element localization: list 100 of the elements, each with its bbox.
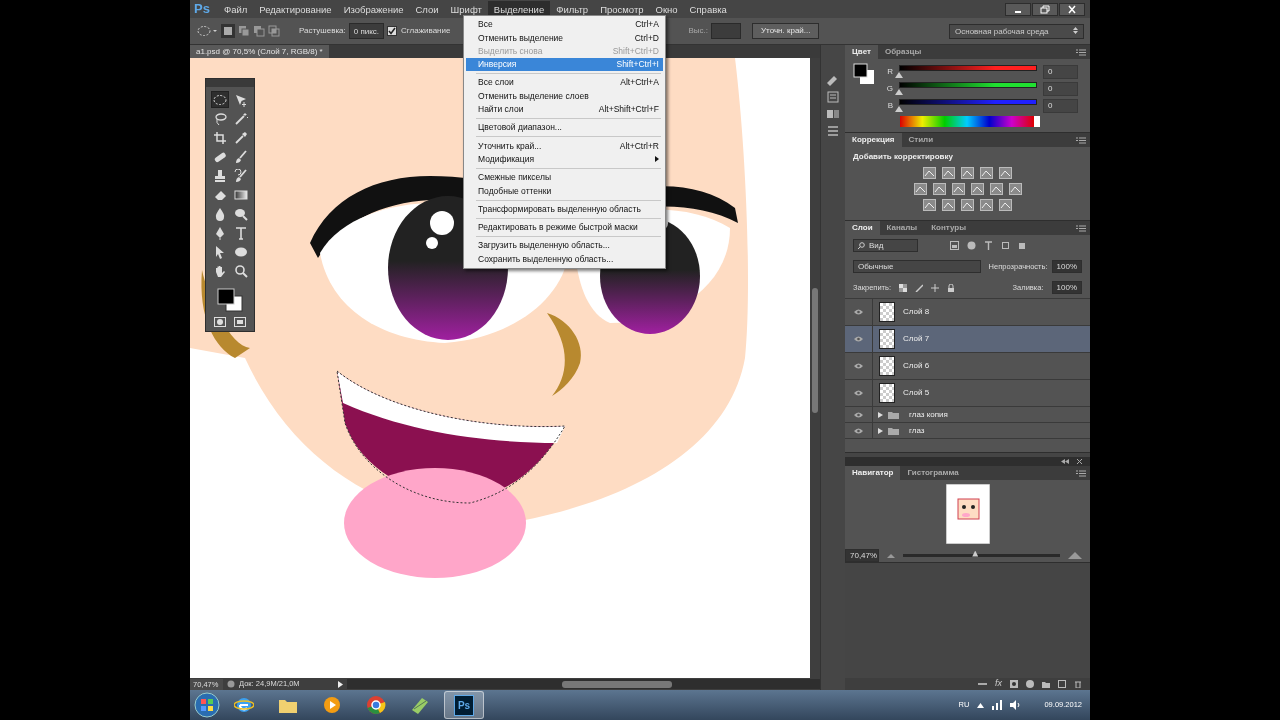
scroll-thumb[interactable] [562,680,672,688]
adjustment-icon[interactable] [932,183,946,195]
intersect-selection-icon[interactable] [268,25,280,37]
ellipse-marquee-icon[interactable] [196,25,218,37]
menu-item[interactable]: Справка [683,0,733,18]
panel-menu-icon[interactable] [1076,224,1086,232]
adjustment-icon[interactable] [1008,183,1022,195]
lock-icon[interactable] [947,283,955,292]
menu-option[interactable]: Все Ctrl+A [466,18,663,32]
refine-edge-button[interactable]: Уточн. край... [752,23,820,39]
panel-icon[interactable] [826,73,840,87]
menu-option[interactable]: Отменить выделение Ctrl+D [466,31,663,45]
color-swatches-icon[interactable] [216,287,244,313]
screen-mode-icon[interactable] [234,317,246,327]
zoom-slider[interactable] [903,553,1060,557]
menu-item[interactable]: Просмотр [594,0,650,18]
blend-mode-select[interactable]: Обычные [853,260,981,273]
close-icon[interactable] [1077,459,1082,464]
menu-option[interactable]: Все слои Alt+Ctrl+A [466,76,663,90]
menu-option[interactable]: Цветовой диапазон... [466,121,663,135]
panel-tab[interactable]: Каналы [879,221,925,235]
collapse-icon[interactable] [1061,459,1069,464]
lock-icon[interactable] [899,283,907,292]
layer-filter-icon[interactable] [950,241,959,250]
panel-tab[interactable]: Слои [845,221,880,235]
link-icon[interactable] [978,681,987,687]
menu-option[interactable]: Уточнить край... Alt+Ctrl+R [466,139,663,153]
adjustment-icon[interactable] [961,199,974,211]
panel-tab[interactable]: Контуры [924,221,973,235]
start-orb-icon[interactable] [194,692,220,718]
layer-filter-icon[interactable] [984,241,993,250]
panel-menu-icon[interactable] [1076,136,1086,144]
adjustment-icon[interactable] [961,167,974,179]
menu-item[interactable]: Файл [217,0,254,18]
menu-item[interactable]: Редактирование [253,0,338,18]
menu-item[interactable]: Шрифт [444,0,488,18]
feather-field[interactable]: 0 пикс. [348,23,385,39]
panel-tab[interactable]: Гистограмма [900,466,966,480]
taskbar-button[interactable]: Ps [444,691,484,719]
subtract-selection-icon[interactable] [253,25,265,37]
navigator-preview[interactable] [945,484,990,544]
effects-button[interactable]: fx [995,677,1002,691]
adjustment-icon[interactable] [999,167,1012,179]
vertical-scrollbar[interactable] [810,58,820,678]
panel-tab[interactable]: Стили [901,133,941,147]
height-field[interactable] [711,23,741,39]
panel-menu-icon[interactable] [1076,469,1086,477]
layer-row[interactable]: Слой 5 [845,380,1090,407]
menu-item[interactable]: Окно [649,0,684,18]
layer-action-icon[interactable] [1074,680,1082,688]
panel-icon[interactable] [826,107,840,121]
layer-filter-select[interactable]: Вид [853,239,918,252]
adjustment-icon[interactable] [999,199,1012,211]
opacity-field[interactable]: 100% [1051,260,1082,273]
adjustment-icon[interactable] [923,167,936,179]
tool-button[interactable] [231,167,250,184]
document-tab[interactable]: a1.psd @ 70,5% (Слой 7, RGB/8) * [190,45,329,58]
channel-value-field[interactable]: 0 [1043,64,1078,79]
menu-option[interactable]: Найти слои Alt+Shift+Ctrl+F [466,102,663,117]
adjustment-icon[interactable] [980,167,993,179]
zoom-out-icon[interactable] [887,552,895,558]
antialias-checkbox[interactable] [387,26,398,36]
tool-button[interactable] [210,91,229,108]
scroll-thumb[interactable] [812,288,818,413]
adjustment-icon[interactable] [942,167,955,179]
panel-tab[interactable]: Навигатор [845,466,901,480]
adjustment-icon[interactable] [970,183,984,195]
channel-value-field[interactable]: 0 [1043,81,1078,96]
quick-mask-icon[interactable] [214,317,226,327]
layer-row[interactable]: глаз копия [845,407,1090,423]
network-icon[interactable] [992,700,1003,710]
navigator-zoom-field[interactable]: 70,47% [845,548,879,562]
adjustment-icon[interactable] [942,199,955,211]
add-selection-icon[interactable] [238,25,250,37]
layer-filter-icon[interactable] [967,241,976,250]
workspace-select[interactable]: Основная рабочая среда [949,23,1084,39]
horizontal-scrollbar[interactable] [347,679,820,689]
adjustment-icon[interactable] [980,199,993,211]
menu-option[interactable]: Трансформировать выделенную область [466,202,663,216]
adjustment-icon[interactable] [951,183,965,195]
menu-item[interactable]: Изображение [337,0,410,18]
channel-value-field[interactable]: 0 [1043,98,1078,113]
layer-row[interactable]: Слой 8 [845,299,1090,326]
menu-option[interactable]: Модификация [466,152,663,166]
panel-tab[interactable]: Образцы [877,45,929,59]
tray-arrow-icon[interactable] [977,702,985,708]
close-icon[interactable] [1066,4,1078,14]
menu-option[interactable]: Инверсия Shift+Ctrl+I [466,57,663,72]
adjustment-icon[interactable] [989,183,1003,195]
layer-row[interactable]: Слой 6 [845,353,1090,380]
menu-option[interactable]: Редактировать в режиме быстрой маски [466,220,663,235]
menu-option[interactable]: Загрузить выделенную область... [466,239,663,253]
speaker-icon[interactable] [1010,700,1021,710]
menu-option[interactable]: Сохранить выделенную область... [466,252,663,266]
zoom-in-icon[interactable] [1068,551,1082,559]
adjustment-icon[interactable] [913,183,927,195]
expand-arrow-icon[interactable] [338,680,343,688]
menu-item[interactable]: Слои [409,0,445,18]
layer-row[interactable]: Слой 7 [845,326,1090,353]
layer-row[interactable]: глаз [845,423,1090,439]
